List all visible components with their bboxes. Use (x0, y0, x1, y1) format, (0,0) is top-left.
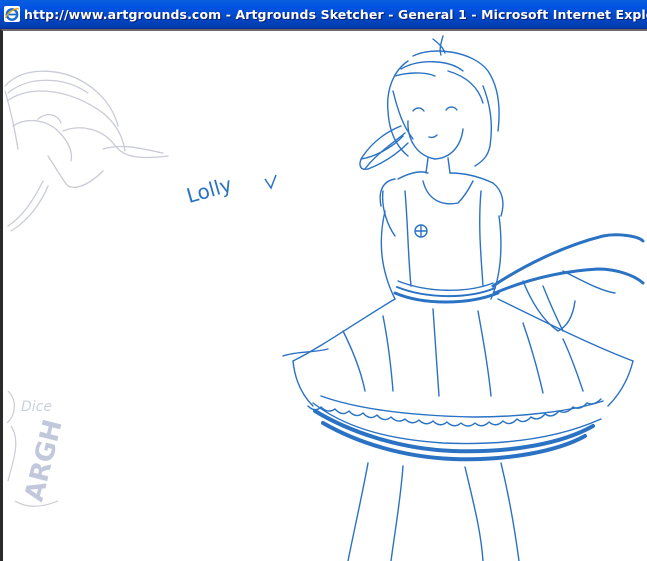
internet-explorer-icon (4, 6, 20, 22)
drawing-surface[interactable]: Dice ARGH Lolly (3, 31, 647, 561)
faded-word-lower: ARGH (19, 417, 68, 505)
faded-word-upper: Dice (21, 399, 52, 415)
window-title-bar[interactable]: http://www.artgrounds.com - Artgrounds S… (0, 0, 647, 29)
girl-sketch (282, 35, 645, 561)
window-title: http://www.artgrounds.com - Artgrounds S… (24, 6, 647, 22)
signature-heart-mark (264, 174, 277, 190)
signature-text: Lolly (184, 172, 235, 208)
sketch-canvas[interactable]: Dice ARGH Lolly (0, 29, 647, 561)
faded-sketch-top (4, 70, 169, 232)
